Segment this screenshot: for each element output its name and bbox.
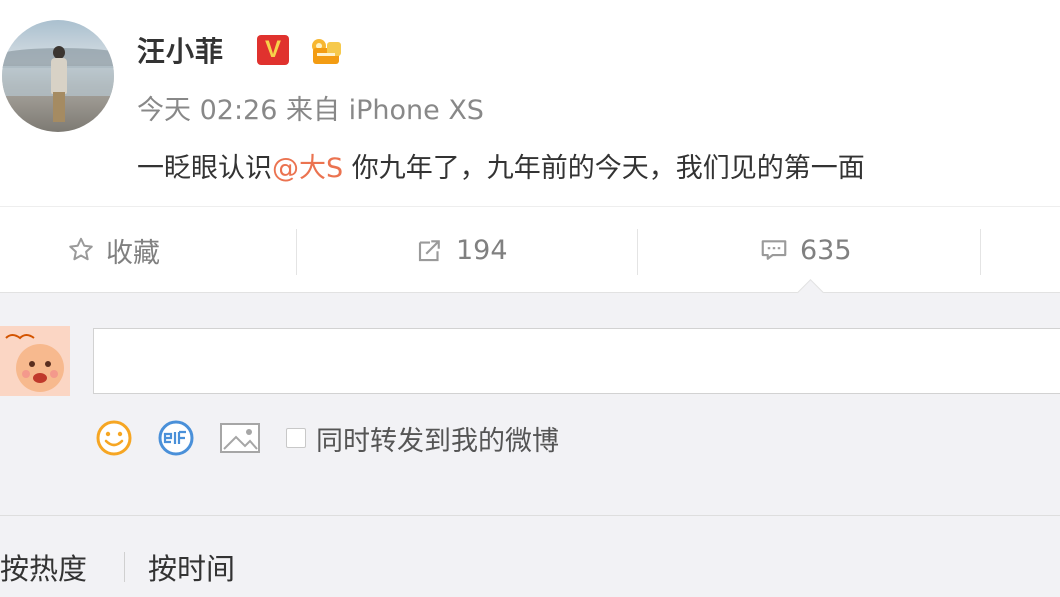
gif-button[interactable]: [154, 418, 198, 458]
action-divider: [980, 229, 981, 275]
level-badge-icon[interactable]: [307, 34, 345, 68]
share-to-weibo-label[interactable]: 同时转发到我的微博: [316, 419, 559, 458]
action-bar: 收藏 194 635: [0, 206, 1060, 293]
post-meta: 今天 02:26 来自 iPhone XS: [137, 88, 484, 127]
share-to-weibo-checkbox[interactable]: [286, 428, 306, 448]
comment-count: 635: [800, 234, 852, 266]
post-text-after: 你九年了，九年前的今天，我们见的第一面: [343, 153, 865, 184]
forward-button[interactable]: 194: [414, 207, 508, 293]
post-time[interactable]: 今天 02:26: [137, 95, 277, 126]
image-button[interactable]: [218, 419, 262, 457]
post-source-prefix: 来自: [286, 95, 340, 126]
emoji-icon: [96, 420, 132, 456]
forward-icon: [418, 240, 440, 262]
author-avatar[interactable]: [2, 20, 114, 132]
favorite-label: 收藏: [106, 237, 160, 269]
post-text-before: 一眨眼认识: [137, 153, 272, 184]
favorite-button[interactable]: 收藏: [66, 207, 160, 293]
action-divider: [637, 229, 638, 275]
my-avatar[interactable]: [0, 326, 70, 396]
post-source[interactable]: iPhone XS: [349, 95, 484, 126]
comment-toolbar: 同时转发到我的微博: [94, 416, 559, 460]
gif-icon: [158, 420, 194, 456]
sort-by-time[interactable]: 按时间: [148, 546, 235, 588]
verified-badge[interactable]: V: [257, 35, 289, 65]
comment-button[interactable]: 635: [758, 207, 852, 293]
sort-divider: [124, 552, 125, 582]
post-content: 一眨眼认识@大S 你九年了，九年前的今天，我们见的第一面: [137, 146, 865, 185]
forward-count: 194: [456, 234, 508, 266]
author-name[interactable]: 汪小菲: [137, 30, 224, 70]
comment-icon: [761, 240, 787, 260]
comment-input[interactable]: [93, 328, 1060, 394]
sort-by-hot[interactable]: 按热度: [0, 546, 87, 588]
image-icon: [220, 423, 260, 453]
star-icon: [69, 237, 93, 261]
divider: [0, 515, 1060, 516]
emoji-button[interactable]: [94, 418, 134, 458]
action-divider: [296, 229, 297, 275]
mention-link[interactable]: @大S: [272, 153, 343, 184]
